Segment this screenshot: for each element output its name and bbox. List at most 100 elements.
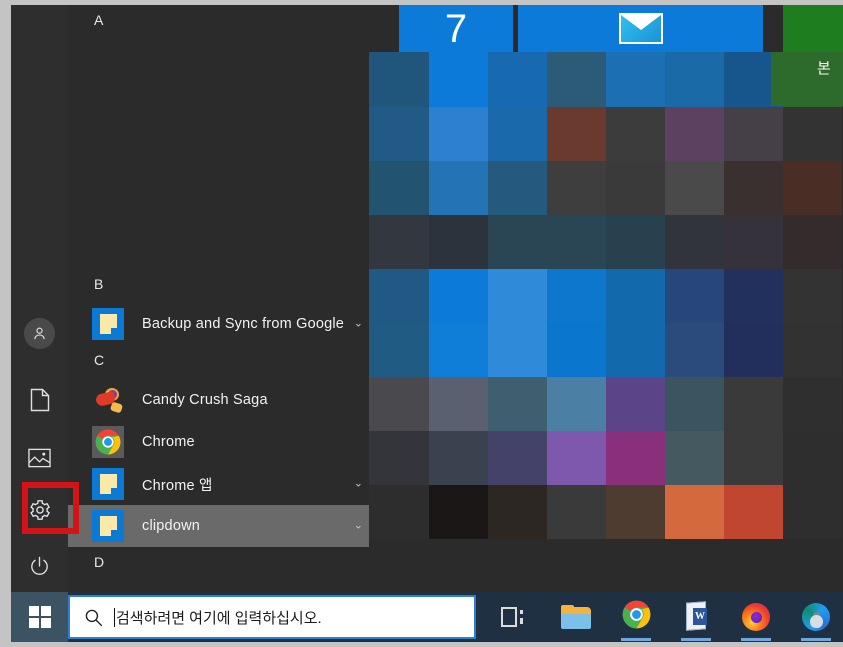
tile-cell bbox=[487, 52, 547, 107]
tile-cell bbox=[723, 160, 783, 215]
office-tile-body[interactable] bbox=[771, 52, 843, 106]
tile-cell bbox=[428, 484, 488, 539]
folder-icon bbox=[92, 468, 124, 500]
sidebar-item-account[interactable] bbox=[11, 310, 68, 357]
start-button[interactable] bbox=[11, 592, 68, 642]
start-menu-app-list[interactable]: A B Backup and Sync from Google ⌄ C Candy Cru… bbox=[68, 5, 369, 592]
tile-cell bbox=[723, 484, 783, 539]
sidebar-item-power[interactable] bbox=[11, 543, 68, 590]
office-tile-label: 본 bbox=[817, 60, 831, 77]
tile-cell bbox=[782, 268, 842, 323]
tile-cell bbox=[664, 430, 724, 485]
search-placeholder: 검색하려면 여기에 입력하십시오. bbox=[116, 609, 322, 627]
tile-cell bbox=[664, 484, 724, 539]
tile-cell bbox=[546, 214, 606, 269]
app-list-letter-header: D bbox=[94, 554, 105, 570]
tile-cell bbox=[487, 106, 547, 161]
tile-cell bbox=[369, 430, 429, 485]
tile-cell bbox=[782, 160, 842, 215]
tile-cell bbox=[546, 430, 606, 485]
tile-cell bbox=[369, 160, 429, 215]
folder-icon bbox=[92, 510, 124, 542]
office-tile-top[interactable] bbox=[783, 5, 843, 52]
tile-cell bbox=[723, 106, 783, 161]
start-menu-tiles-panel[interactable]: 7 본 bbox=[369, 5, 843, 592]
app-list-item[interactable]: Candy Crush Saga bbox=[68, 379, 369, 421]
app-list-item-label: Backup and Sync from Google bbox=[142, 316, 345, 332]
running-indicator bbox=[681, 638, 711, 641]
tile-cell bbox=[605, 376, 665, 431]
user-icon bbox=[24, 318, 55, 349]
tile-cell bbox=[605, 52, 665, 107]
app-list-item[interactable]: Chrome 앱 ⌄ bbox=[68, 463, 369, 505]
sidebar-item-pictures[interactable] bbox=[11, 434, 68, 481]
sidebar-item-documents[interactable] bbox=[11, 376, 68, 423]
tile-cell bbox=[605, 322, 665, 377]
tile-cell bbox=[664, 160, 724, 215]
tile-cell bbox=[605, 214, 665, 269]
taskbar-item-task-view[interactable] bbox=[488, 592, 536, 642]
chevron-down-icon[interactable]: ⌄ bbox=[354, 478, 363, 490]
tile-cell bbox=[428, 160, 488, 215]
tile-cell bbox=[428, 268, 488, 323]
tile-cell bbox=[605, 484, 665, 539]
tile-cell bbox=[782, 322, 842, 377]
start-menu-left-rail bbox=[11, 5, 68, 592]
app-list-letter-header: A bbox=[94, 12, 104, 28]
tile-cell bbox=[664, 106, 724, 161]
app-list-item[interactable]: clipdown ⌄ bbox=[68, 505, 369, 547]
folder-icon bbox=[92, 308, 124, 340]
tile-cell bbox=[487, 322, 547, 377]
running-indicator bbox=[741, 638, 771, 641]
tile-cell bbox=[664, 52, 724, 107]
calendar-tile[interactable]: 7 bbox=[399, 5, 513, 52]
start-menu: 7 본 A B Backup and Sync from Google ⌄ C Candy… bbox=[11, 5, 843, 592]
mail-tile[interactable] bbox=[518, 5, 763, 52]
tile-cell bbox=[782, 484, 842, 539]
app-list-item[interactable]: Backup and Sync from Google ⌄ bbox=[68, 303, 369, 345]
chrome-icon bbox=[92, 426, 124, 458]
search-icon bbox=[84, 608, 103, 627]
tile-cell bbox=[605, 106, 665, 161]
tile-cell bbox=[605, 160, 665, 215]
taskbar-item-microsoft-edge[interactable] bbox=[792, 592, 840, 642]
taskbar-item-file-explorer[interactable] bbox=[552, 592, 600, 642]
document-icon bbox=[30, 388, 50, 412]
tile-cell bbox=[546, 268, 606, 323]
power-icon bbox=[28, 555, 51, 578]
tile-cell bbox=[546, 322, 606, 377]
tile-cell bbox=[546, 52, 606, 107]
chrome-icon bbox=[622, 600, 651, 634]
envelope-icon bbox=[618, 13, 663, 44]
tile-cell bbox=[664, 322, 724, 377]
tile-cell bbox=[428, 322, 488, 377]
tile-cell bbox=[723, 214, 783, 269]
taskbar-item-microsoft-word[interactable]: W bbox=[672, 592, 720, 642]
app-list-item[interactable]: Chrome bbox=[68, 421, 369, 463]
file-explorer-icon bbox=[561, 605, 591, 629]
firefox-icon bbox=[742, 603, 770, 631]
tile-cell bbox=[487, 430, 547, 485]
tile-cell bbox=[546, 106, 606, 161]
word-icon: W bbox=[683, 601, 709, 632]
taskbar-item-google-chrome[interactable] bbox=[612, 592, 660, 642]
running-indicator bbox=[801, 638, 831, 641]
tile-cell bbox=[487, 214, 547, 269]
tile-cell bbox=[369, 484, 429, 539]
screenshot-root: 7 본 A B Backup and Sync from Google ⌄ C Candy… bbox=[0, 0, 843, 647]
chevron-down-icon[interactable]: ⌄ bbox=[354, 318, 363, 330]
tile-cell bbox=[428, 430, 488, 485]
gear-icon bbox=[28, 498, 52, 522]
search-input[interactable]: 검색하려면 여기에 입력하십시오. bbox=[68, 595, 476, 639]
tile-cell bbox=[605, 268, 665, 323]
tile-cell bbox=[369, 268, 429, 323]
tile-cell bbox=[428, 376, 488, 431]
app-list-item-label: clipdown bbox=[142, 518, 201, 534]
tile-cell bbox=[782, 376, 842, 431]
tile-cell bbox=[782, 430, 842, 485]
calendar-tile-day: 7 bbox=[444, 6, 468, 51]
taskbar-item-mozilla-firefox[interactable] bbox=[732, 592, 780, 642]
chevron-down-icon[interactable]: ⌄ bbox=[354, 520, 363, 532]
pictures-icon bbox=[28, 448, 51, 468]
sidebar-item-settings[interactable] bbox=[11, 486, 68, 533]
